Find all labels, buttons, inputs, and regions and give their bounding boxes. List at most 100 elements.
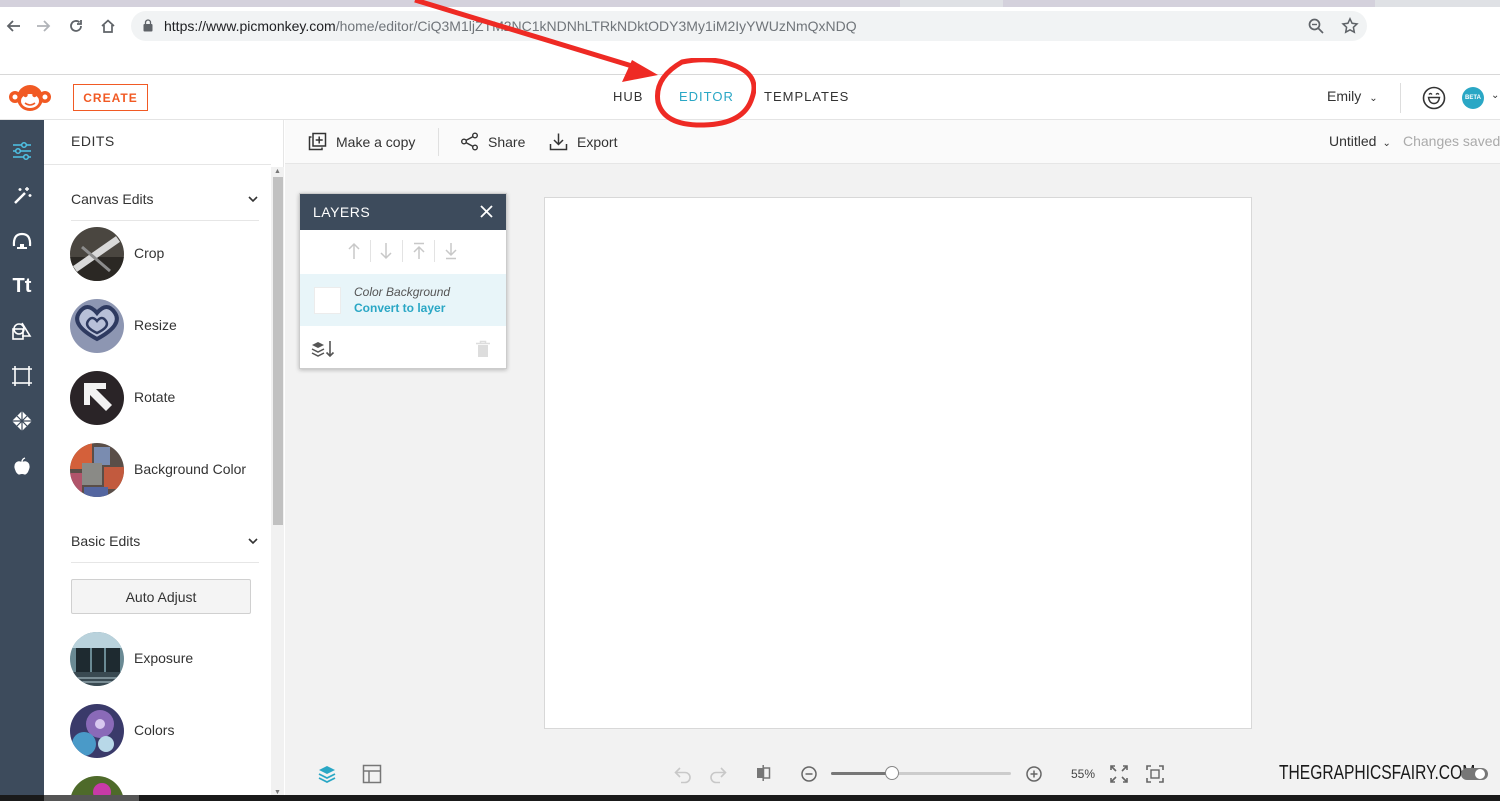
compare-icon[interactable] — [754, 763, 774, 783]
browser-toolbar: https://www.picmonkey.com/home/editor/Ci… — [0, 7, 1500, 45]
browser-tab-strip — [0, 0, 1500, 7]
move-to-bottom-icon[interactable] — [445, 242, 457, 260]
zoom-slider-track[interactable] — [831, 772, 1011, 775]
app-header: CREATE HUB EDITOR TEMPLATES Emily ⌄ BETA … — [0, 74, 1500, 120]
download-icon — [549, 133, 568, 151]
browser-tab[interactable] — [1003, 0, 1375, 7]
resize-thumbnail — [70, 299, 124, 353]
basic-edits-section[interactable]: Basic Edits — [71, 533, 259, 563]
move-down-arrow-icon[interactable] — [380, 242, 392, 260]
document-title-menu[interactable]: Untitled ⌄ — [1329, 133, 1391, 149]
layers-footer — [300, 330, 506, 368]
move-up-arrow-icon[interactable] — [348, 242, 360, 260]
fit-to-screen-icon[interactable] — [1109, 764, 1129, 784]
convert-to-layer-link[interactable]: Convert to layer — [354, 301, 445, 315]
canvas-edits-section[interactable]: Canvas Edits — [71, 191, 259, 221]
close-icon[interactable] — [479, 204, 494, 219]
frames-icon[interactable] — [6, 360, 38, 392]
layer-name: Color Background — [354, 285, 451, 299]
crop-thumbnail — [70, 227, 124, 281]
scroll-up-arrow-icon[interactable]: ▲ — [274, 168, 281, 175]
picmonkey-logo-icon[interactable] — [8, 83, 52, 113]
move-to-top-icon[interactable] — [413, 242, 425, 260]
nav-hub[interactable]: HUB — [613, 89, 643, 104]
zoom-slider-handle[interactable] — [885, 766, 900, 780]
create-button[interactable]: CREATE — [73, 84, 148, 111]
sliders-icon[interactable] — [6, 135, 38, 167]
layers-stack-icon[interactable] — [317, 764, 337, 784]
design-canvas[interactable] — [544, 197, 1252, 729]
undo-icon[interactable] — [673, 764, 693, 784]
layer-sort-icon[interactable] — [311, 340, 335, 358]
user-menu[interactable]: Emily ⌄ — [1327, 88, 1378, 104]
edit-resize[interactable]: Resize — [70, 299, 270, 355]
zoom-out-icon[interactable] — [799, 764, 819, 784]
nav-templates[interactable]: TEMPLATES — [764, 89, 849, 104]
zoom-level[interactable]: 55% — [1071, 767, 1095, 781]
nav-editor[interactable]: EDITOR — [679, 89, 734, 104]
toggle-knob — [1475, 769, 1485, 779]
layer-color-swatch[interactable] — [314, 287, 341, 314]
share-icon — [461, 132, 478, 151]
toolbar-divider — [438, 128, 439, 156]
magic-wand-icon[interactable] — [6, 180, 38, 212]
divider — [370, 240, 371, 262]
layer-row[interactable]: Color Background Convert to layer — [300, 274, 506, 326]
chevron-down-icon[interactable]: ⌄ — [1491, 90, 1499, 101]
background-color-thumbnail — [70, 443, 124, 497]
divider — [434, 240, 435, 262]
scrollbar-thumb[interactable] — [273, 177, 283, 525]
tool-rail: Tt — [0, 120, 44, 801]
lock-icon — [143, 19, 153, 32]
trash-icon[interactable] — [475, 340, 491, 358]
smile-feedback-icon[interactable] — [1422, 86, 1446, 110]
panel-scrollbar[interactable]: ▲ ▼ — [271, 167, 284, 801]
grid-layout-icon[interactable] — [362, 764, 382, 784]
edits-panel: EDITS Canvas Edits Crop Resize Rotate Ba… — [44, 120, 284, 801]
rotate-thumbnail — [70, 371, 124, 425]
url-text: https://www.picmonkey.com/home/editor/Ci… — [164, 18, 857, 34]
graphics-icon[interactable] — [6, 315, 38, 347]
section-title: Canvas Edits — [71, 191, 154, 207]
panel-title: EDITS — [71, 133, 115, 149]
save-status: Changes saved — [1403, 133, 1500, 149]
redo-icon[interactable] — [708, 764, 728, 784]
zoom-search-icon[interactable] — [1307, 17, 1325, 35]
textures-icon[interactable] — [6, 405, 38, 437]
site-watermark: THEGRAPHICSFAIRY.COM — [1279, 762, 1476, 784]
edit-crop[interactable]: Crop — [70, 227, 270, 283]
divider — [44, 164, 271, 165]
header-divider — [1400, 83, 1401, 113]
divider — [402, 240, 403, 262]
edit-rotate[interactable]: Rotate — [70, 371, 270, 427]
taskbar-strip — [0, 795, 1500, 801]
share-button[interactable]: Share — [460, 132, 525, 151]
auto-adjust-button[interactable]: Auto Adjust — [71, 579, 251, 614]
copy-icon — [308, 132, 327, 151]
address-bar[interactable]: https://www.picmonkey.com/home/editor/Ci… — [131, 11, 1367, 41]
forward-arrow-icon[interactable] — [33, 15, 55, 37]
layers-header[interactable]: LAYERS — [300, 194, 506, 230]
exposure-thumbnail — [70, 632, 124, 686]
edit-colors[interactable]: Colors — [70, 704, 270, 760]
beta-badge[interactable]: BETA — [1462, 87, 1484, 109]
taskbar-segment — [44, 795, 139, 801]
zoom-slider-fill — [831, 772, 893, 775]
export-button[interactable]: Export — [549, 132, 617, 151]
text-icon[interactable]: Tt — [6, 270, 38, 302]
layer-order-controls — [300, 230, 506, 272]
toggle-switch[interactable] — [1461, 768, 1488, 780]
zoom-in-icon[interactable] — [1024, 764, 1044, 784]
edit-exposure[interactable]: Exposure — [70, 632, 270, 688]
reload-icon[interactable] — [65, 15, 87, 37]
themes-apple-icon[interactable] — [6, 450, 38, 482]
bookmark-star-icon[interactable] — [1341, 17, 1359, 35]
edit-background-color[interactable]: Background Color — [70, 443, 270, 499]
editor-toolbar: Make a copy Share Export Untitled ⌄ Chang… — [285, 120, 1500, 164]
back-arrow-icon[interactable] — [2, 15, 24, 37]
browser-tab[interactable] — [0, 0, 900, 7]
home-icon[interactable] — [97, 15, 119, 37]
touchup-face-icon[interactable] — [6, 225, 38, 257]
make-copy-button[interactable]: Make a copy — [308, 132, 415, 151]
fullscreen-icon[interactable] — [1145, 764, 1165, 784]
